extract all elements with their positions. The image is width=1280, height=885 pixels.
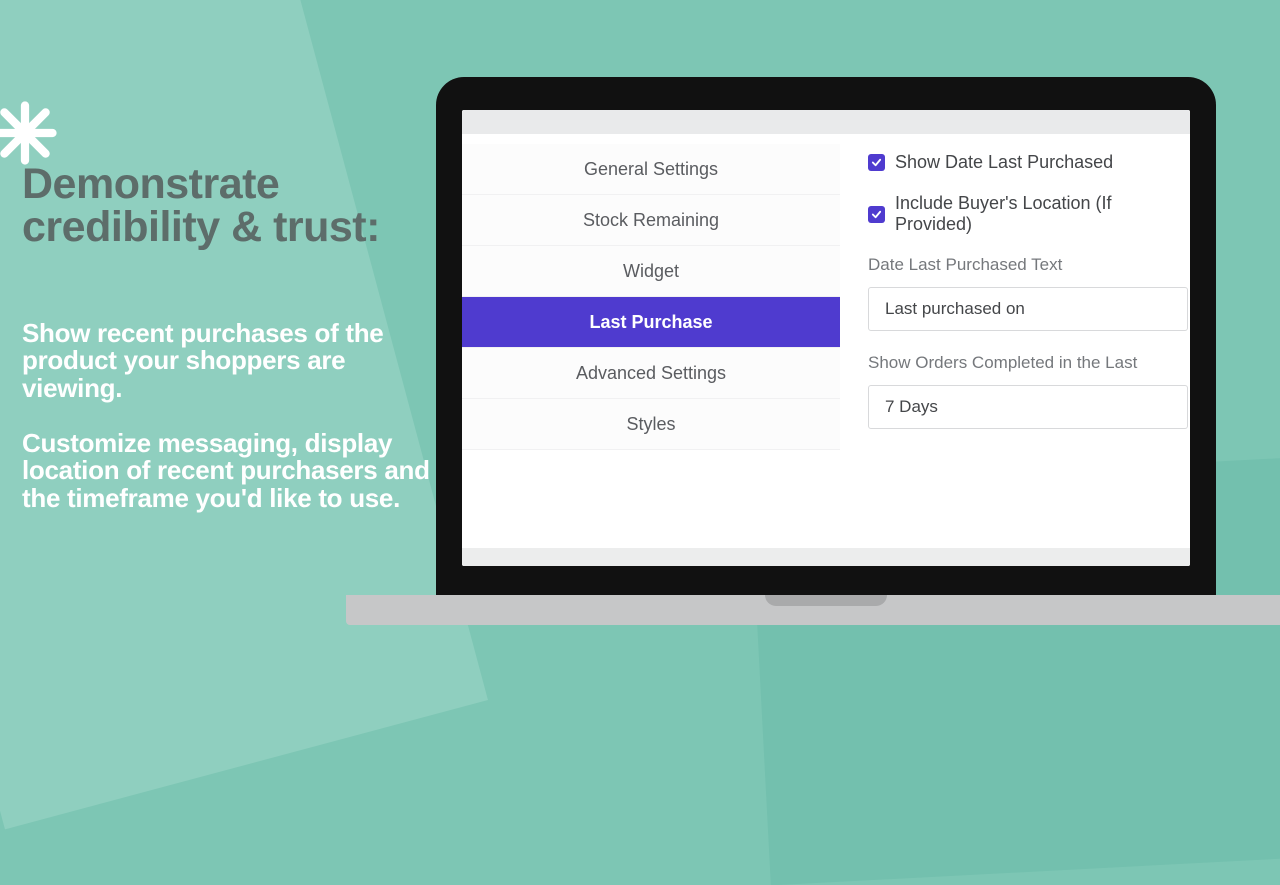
date-text-input[interactable]: [868, 287, 1188, 331]
orders-window-select[interactable]: 7 Days: [868, 385, 1188, 429]
menu-item-widget[interactable]: Widget: [462, 246, 840, 297]
laptop-notch: [765, 595, 887, 606]
checkbox-label: Include Buyer's Location (If Provided): [895, 193, 1190, 235]
select-value: 7 Days: [885, 397, 938, 417]
menu-item-general-settings[interactable]: General Settings: [462, 144, 840, 195]
menu-item-label: Last Purchase: [589, 312, 712, 333]
menu-item-stock-remaining[interactable]: Stock Remaining: [462, 195, 840, 246]
menu-item-label: Advanced Settings: [576, 363, 726, 384]
checkbox-row-include-location: Include Buyer's Location (If Provided): [868, 193, 1190, 235]
app-screen: General Settings Stock Remaining Widget …: [462, 110, 1190, 566]
bg-shape: [0, 0, 488, 829]
menu-item-styles[interactable]: Styles: [462, 399, 840, 450]
laptop-frame: General Settings Stock Remaining Widget …: [436, 77, 1216, 599]
checkbox-row-show-date: Show Date Last Purchased: [868, 152, 1190, 173]
menu-item-label: General Settings: [584, 159, 718, 180]
field-label-orders-window: Show Orders Completed in the Last: [868, 353, 1190, 373]
settings-menu: General Settings Stock Remaining Widget …: [462, 134, 840, 548]
app-body: General Settings Stock Remaining Widget …: [462, 134, 1190, 548]
window-bottombar: [462, 548, 1190, 566]
menu-item-last-purchase[interactable]: Last Purchase: [462, 297, 840, 348]
menu-item-label: Stock Remaining: [583, 210, 719, 231]
marketing-para-1: Show recent purchases of the product you…: [22, 320, 432, 402]
menu-item-advanced-settings[interactable]: Advanced Settings: [462, 348, 840, 399]
marketing-heading: Demonstrate credibility & trust:: [22, 163, 422, 249]
checkbox-label: Show Date Last Purchased: [895, 152, 1113, 173]
window-topbar: [462, 110, 1190, 134]
field-label-date-text: Date Last Purchased Text: [868, 255, 1190, 275]
marketing-para-2: Customize messaging, display location of…: [22, 430, 432, 512]
checkbox-include-location[interactable]: [868, 206, 885, 223]
settings-panel: Show Date Last Purchased Include Buyer's…: [840, 134, 1190, 548]
checkbox-show-date[interactable]: [868, 154, 885, 171]
menu-item-label: Styles: [626, 414, 675, 435]
menu-item-label: Widget: [623, 261, 679, 282]
